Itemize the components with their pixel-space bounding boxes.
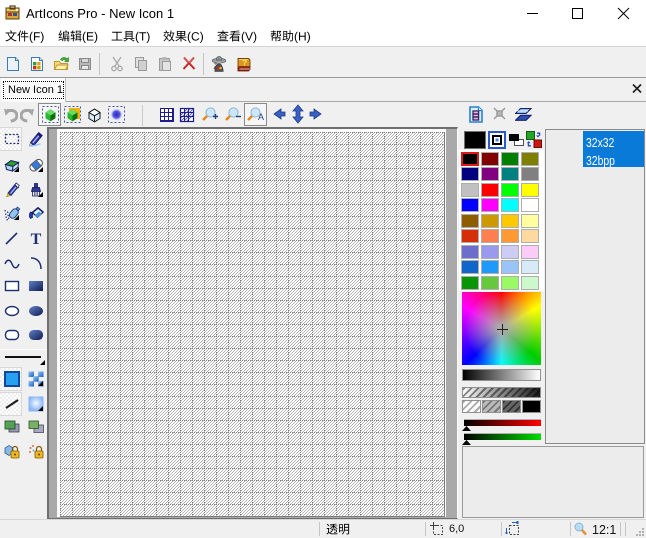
svg-text:?: ? xyxy=(242,59,247,68)
svg-text:T: T xyxy=(31,231,42,246)
svg-text:A: A xyxy=(258,112,264,122)
